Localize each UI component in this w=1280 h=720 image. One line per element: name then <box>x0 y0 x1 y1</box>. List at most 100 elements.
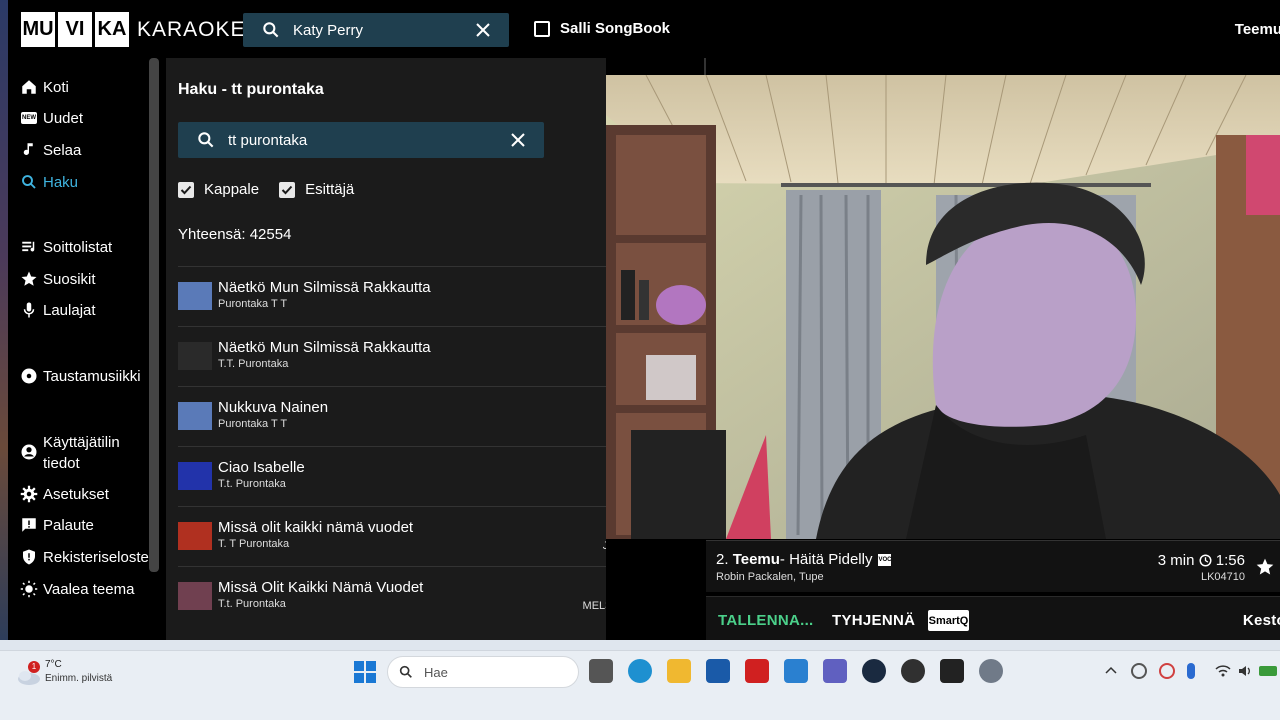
network-tray-icon[interactable] <box>1131 663 1147 679</box>
favorite-star-icon[interactable] <box>1255 557 1275 577</box>
app-l-icon[interactable] <box>745 659 769 683</box>
sidebar-item-vaalea-teema[interactable]: Vaalea teema <box>20 580 134 598</box>
sidebar-label: Rekisteriseloste <box>43 548 149 566</box>
song-title: Näetkö Mun Silmissä Rakkautta <box>218 339 431 356</box>
sidebar-label: Suosikit <box>43 270 96 288</box>
temperature: 7°C <box>45 659 62 670</box>
edge-browser-icon[interactable] <box>628 659 652 683</box>
search-results-panel: Haku - tt purontaka tt purontaka Kappale… <box>166 58 606 640</box>
shield-icon <box>20 548 38 566</box>
vocal-badge-icon: VOC <box>878 553 891 566</box>
song-artist: T. T Purontaka <box>218 538 290 550</box>
clear-button[interactable]: TYHJENNÄ <box>832 612 915 629</box>
results-search-value: tt purontaka <box>228 131 308 149</box>
task-view-icon[interactable] <box>589 659 613 683</box>
kappale-checkbox[interactable] <box>178 181 194 198</box>
sidebar-item-rekisteriseloste[interactable]: Rekisteriseloste <box>20 548 149 566</box>
obs-icon[interactable] <box>901 659 925 683</box>
weather-badge: 1 <box>28 661 40 673</box>
song-title: Missä Olit Kaikki Nämä Vuodet <box>218 579 424 596</box>
results-total: Yhteensä: 42554 <box>178 226 292 243</box>
songbook-checkbox[interactable]: Salli SongBook <box>534 20 670 37</box>
microphone-tray-icon[interactable] <box>1187 663 1195 679</box>
queue-title: 2. Teemu - Häitä Pidelly VOC <box>716 551 891 568</box>
store-icon[interactable] <box>706 659 730 683</box>
results-search-input[interactable]: tt purontaka <box>178 122 544 158</box>
teams-icon[interactable] <box>823 659 847 683</box>
sidebar-label-line2: tiedot <box>43 455 80 472</box>
clear-search-icon[interactable] <box>510 132 526 148</box>
wifi-icon[interactable] <box>1215 663 1231 679</box>
panel-divider <box>704 58 706 75</box>
sidebar-item-selaa[interactable]: Selaa <box>20 141 81 159</box>
weather-widget[interactable]: 1 7°C Enimm. pilvistä <box>15 657 135 689</box>
chevron-up-icon[interactable] <box>1103 663 1119 679</box>
song-row[interactable]: Missä Olit Kaikki Nämä Vuodet T.t. Puront… <box>178 566 606 624</box>
smartq-button[interactable]: SmartQ <box>928 610 969 631</box>
sidebar-item-soittolistat[interactable]: Soittolistat <box>20 238 112 256</box>
song-row[interactable]: Missä olit kaikki nämä vuodet T. T Puront… <box>178 506 606 564</box>
queue-item[interactable]: 2. Teemu - Häitä Pidelly VOC Robin Packa… <box>706 540 1280 592</box>
song-row[interactable]: Näetkö Mun Silmissä Rakkautta Purontaka T… <box>178 266 606 324</box>
sidebar-item-uudet[interactable]: NEW Uudet <box>20 109 83 127</box>
window-bottom-edge <box>0 640 1280 650</box>
logo-box: VI <box>58 12 92 47</box>
playlist-icon <box>20 238 38 256</box>
sidebar-item-account[interactable]: Käyttäjätilin tiedot <box>20 432 120 474</box>
save-button[interactable]: TALLENNA... <box>718 612 814 629</box>
sidebar-item-haku[interactable]: Haku <box>20 173 78 191</box>
logo-box: MU <box>21 12 55 47</box>
top-search-input[interactable]: Katy Perry <box>243 13 509 47</box>
sync-tray-icon[interactable] <box>1159 663 1175 679</box>
checkbox-icon <box>534 20 550 37</box>
home-icon <box>20 78 38 96</box>
taskbar-search[interactable]: Hae <box>387 656 579 688</box>
clock-icon <box>1199 554 1212 567</box>
file-explorer-icon[interactable] <box>667 659 691 683</box>
sidebar-label: Koti <box>43 78 69 96</box>
new-icon: NEW <box>20 109 38 127</box>
sidebar-item-koti[interactable]: Koti <box>20 78 69 96</box>
disc-icon <box>20 367 38 385</box>
sidebar-item-asetukset[interactable]: Asetukset <box>20 485 109 503</box>
battery-icon[interactable] <box>1259 666 1277 676</box>
clear-search-icon[interactable] <box>475 22 491 38</box>
sidebar-item-taustamusiikki[interactable]: Taustamusiikki <box>20 367 141 385</box>
app-window: MU VI KA KARAOKE Katy Perry Salli SongBo… <box>8 0 1280 640</box>
song-thumbnail <box>178 522 212 550</box>
logo[interactable]: MU VI KA KARAOKE <box>21 12 246 47</box>
volume-icon[interactable] <box>1237 663 1253 679</box>
sun-icon <box>20 580 38 598</box>
weather-desc: Enimm. pilvistä <box>45 673 113 684</box>
settings-gear-icon[interactable] <box>979 659 1003 683</box>
sidebar-label-line1: Käyttäjätilin <box>43 434 120 451</box>
header: MU VI KA KARAOKE Katy Perry Salli SongBo… <box>8 0 1280 58</box>
user-name[interactable]: Teemu <box>1235 21 1280 38</box>
song-code: MEL3426123 <box>582 600 606 612</box>
taskbar-search-placeholder: Hae <box>424 664 448 680</box>
music-note-icon <box>20 141 38 159</box>
sidebar-item-suosikit[interactable]: Suosikit <box>20 270 96 288</box>
sidebar-scrollbar[interactable] <box>149 58 159 572</box>
queue-time: 3 min 1:56 <box>1158 552 1245 569</box>
sidebar-item-palaute[interactable]: Palaute <box>20 516 94 534</box>
steam-icon[interactable] <box>862 659 886 683</box>
song-thumbnail <box>178 402 212 430</box>
search-icon <box>198 132 214 148</box>
song-row[interactable]: Ciao Isabelle T.t. Purontaka <box>178 446 606 504</box>
sidebar-item-laulajat[interactable]: Laulajat <box>20 301 96 319</box>
epic-games-icon[interactable] <box>940 659 964 683</box>
sidebar-label: Vaalea teema <box>43 580 135 598</box>
account-icon <box>20 443 38 461</box>
check-icon <box>281 185 293 194</box>
esittaja-checkbox[interactable] <box>279 181 296 198</box>
queue-singer: Teemu <box>732 551 780 568</box>
song-row[interactable]: Näetkö Mun Silmissä Rakkautta T.T. Puront… <box>178 326 606 384</box>
sidebar-label: Uudet <box>43 109 84 127</box>
sidebar-label: Taustamusiikki <box>43 367 141 385</box>
song-row[interactable]: Nukkuva NainenPurontaka T TF <box>178 386 606 444</box>
search-icon <box>20 173 38 191</box>
outlook-icon[interactable] <box>784 659 808 683</box>
windows-start-icon[interactable] <box>354 661 376 683</box>
search-icon <box>263 22 279 38</box>
